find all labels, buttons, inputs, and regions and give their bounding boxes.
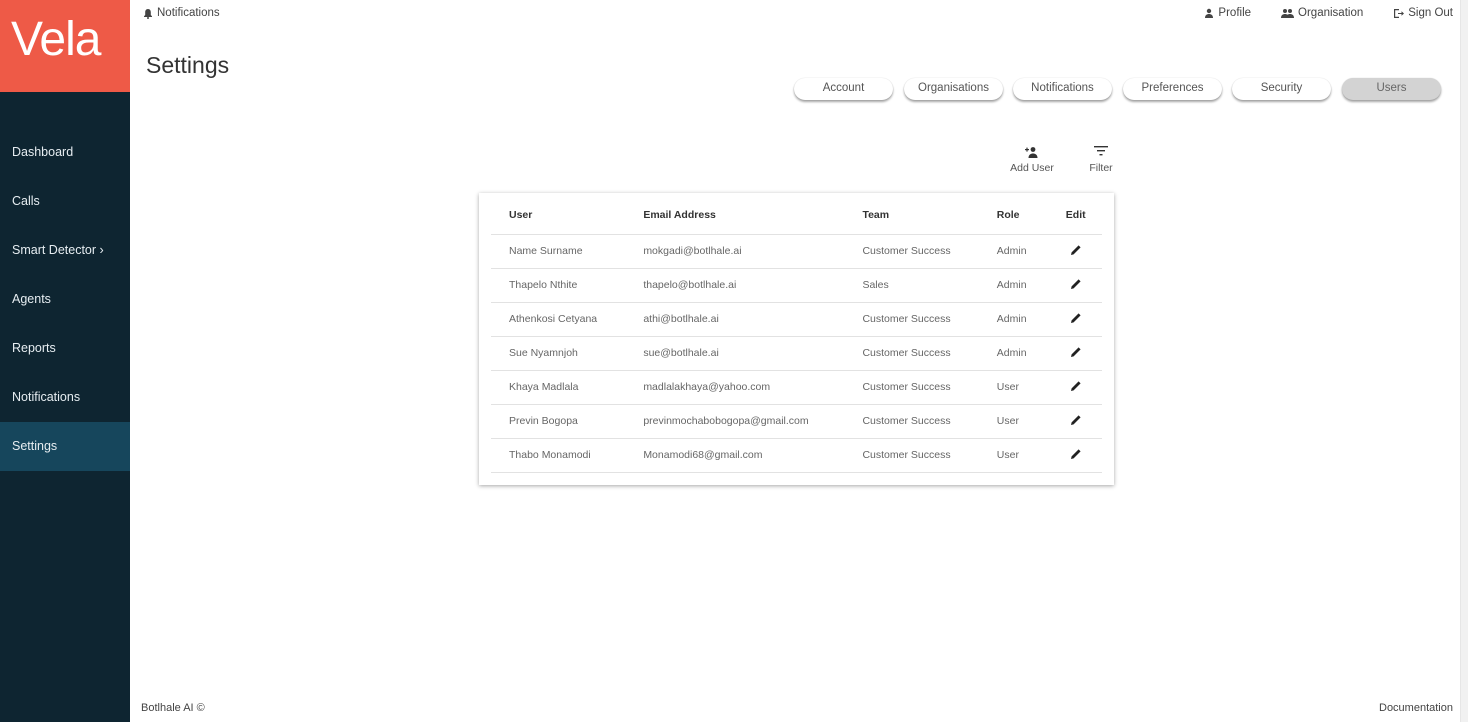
cell-email: mokgadi@botlhale.ai <box>625 234 845 269</box>
group-icon <box>1281 8 1295 18</box>
sign-out-label: Sign Out <box>1408 7 1453 19</box>
cell-email: Monamodi68@gmail.com <box>625 438 845 473</box>
edit-pencil-icon[interactable] <box>1070 448 1082 460</box>
column-header-team[interactable]: Team <box>844 197 979 235</box>
cell-user: Khaya Madlala <box>491 370 626 405</box>
cell-team: Customer Success <box>844 336 979 371</box>
table-row: Thapelo Nthite thapelo@botlhale.ai Sales Ad… <box>491 268 1102 303</box>
cell-team: Customer Success <box>844 302 979 337</box>
sidebar-item-smart-detector[interactable]: Smart Detector › <box>0 226 130 275</box>
table-row: Name Surname mokgadi@botlhale.ai Customer … <box>491 234 1102 269</box>
column-header-role[interactable]: Role <box>978 197 1050 235</box>
cell-email: athi@botlhale.ai <box>625 302 845 337</box>
sidebar-item-settings[interactable]: Settings <box>0 422 130 471</box>
users-table-card: User Email Address Team Role Edit Name S… <box>479 193 1114 485</box>
cell-edit <box>1049 336 1102 371</box>
cell-role: User <box>978 404 1050 439</box>
documentation-link[interactable]: Documentation <box>1379 702 1453 714</box>
cell-role: User <box>978 370 1050 405</box>
sidebar-item-calls[interactable]: Calls <box>0 177 130 226</box>
table-row: Previn Bogopa previnmochabobogopa@gmail.c… <box>491 404 1102 439</box>
profile-link[interactable]: Profile <box>1204 7 1251 19</box>
add-user-button[interactable]: Add User <box>1007 146 1057 174</box>
cell-team: Customer Success <box>844 404 979 439</box>
organisation-label: Organisation <box>1298 7 1364 19</box>
page-title: Settings <box>146 52 230 78</box>
settings-tabs: Account Organisations Notifications Pref… <box>0 78 1468 102</box>
cell-role: Admin <box>978 268 1050 303</box>
organisation-link[interactable]: Organisation <box>1281 7 1363 19</box>
footer-copyright: Botlhale AI © <box>141 702 205 714</box>
tab-users[interactable]: Users <box>1342 78 1441 100</box>
tab-security[interactable]: Security <box>1232 78 1331 100</box>
cell-email: thapelo@botlhale.ai <box>625 268 845 303</box>
top-nav: Profile Organisation Sign Out <box>1204 7 1453 19</box>
tab-organisations[interactable]: Organisations <box>904 78 1003 100</box>
cell-team: Customer Success <box>844 234 979 269</box>
cell-role: Admin <box>978 234 1050 269</box>
app-root: Vela Dashboard Calls Smart Detector › Ag… <box>0 0 1468 722</box>
cell-edit <box>1049 302 1102 337</box>
filter-label: Filter <box>1089 162 1113 174</box>
column-header-edit: Edit <box>1049 197 1102 235</box>
tab-account[interactable]: Account <box>794 78 893 100</box>
cell-team: Customer Success <box>844 370 979 405</box>
table-row: Sue Nyamnjoh sue@botlhale.ai Customer Succ… <box>491 336 1102 371</box>
tab-preferences[interactable]: Preferences <box>1123 78 1222 100</box>
edit-pencil-icon[interactable] <box>1070 244 1082 256</box>
cell-email: previnmochabobogopa@gmail.com <box>625 404 845 439</box>
edit-pencil-icon[interactable] <box>1070 312 1082 324</box>
person-icon <box>1204 8 1214 18</box>
cell-edit <box>1049 234 1102 269</box>
filter-icon <box>1084 146 1118 160</box>
cell-user: Sue Nyamnjoh <box>491 336 626 371</box>
cell-edit <box>1049 438 1102 473</box>
edit-pencil-icon[interactable] <box>1070 346 1082 358</box>
sign-out-icon <box>1393 8 1405 19</box>
cell-edit <box>1049 370 1102 405</box>
cell-edit <box>1049 268 1102 303</box>
sidebar-item-reports[interactable]: Reports <box>0 324 130 373</box>
column-header-user[interactable]: User <box>491 197 626 235</box>
cell-user: Thapelo Nthite <box>491 268 626 303</box>
table-header-row: User Email Address Team Role Edit <box>491 197 1102 235</box>
users-table: User Email Address Team Role Edit Name S… <box>491 197 1102 473</box>
notifications-label: Notifications <box>157 7 220 19</box>
add-user-label: Add User <box>1010 162 1054 174</box>
cell-email: sue@botlhale.ai <box>625 336 845 371</box>
bell-icon <box>143 8 153 19</box>
sidebar-item-notifications[interactable]: Notifications <box>0 373 130 422</box>
cell-user: Previn Bogopa <box>491 404 626 439</box>
sidebar-item-agents[interactable]: Agents <box>0 275 130 324</box>
sidebar: Vela Dashboard Calls Smart Detector › Ag… <box>0 0 130 722</box>
cell-team: Sales <box>844 268 979 303</box>
cell-edit <box>1049 404 1102 439</box>
edit-pencil-icon[interactable] <box>1070 278 1082 290</box>
add-user-icon <box>1007 146 1057 160</box>
notifications-link[interactable]: Notifications <box>143 7 220 19</box>
table-row: Thabo Monamodi Monamodi68@gmail.com Custom… <box>491 438 1102 473</box>
sign-out-link[interactable]: Sign Out <box>1393 7 1453 19</box>
edit-pencil-icon[interactable] <box>1070 414 1082 426</box>
table-row: Khaya Madlala madlalakhaya@yahoo.com Custo… <box>491 370 1102 405</box>
cell-role: User <box>978 438 1050 473</box>
sidebar-item-dashboard[interactable]: Dashboard <box>0 128 130 177</box>
cell-user: Name Surname <box>491 234 626 269</box>
cell-role: Admin <box>978 336 1050 371</box>
cell-user: Thabo Monamodi <box>491 438 626 473</box>
profile-label: Profile <box>1218 7 1252 19</box>
cell-team: Customer Success <box>844 438 979 473</box>
cell-email: madlalakhaya@yahoo.com <box>625 370 845 405</box>
filter-button[interactable]: Filter <box>1084 146 1118 174</box>
tab-notifications[interactable]: Notifications <box>1013 78 1112 100</box>
scrollbar-track[interactable] <box>1460 0 1468 722</box>
table-row: Athenkosi Cetyana athi@botlhale.ai Custome… <box>491 302 1102 337</box>
edit-pencil-icon[interactable] <box>1070 380 1082 392</box>
cell-role: Admin <box>978 302 1050 337</box>
cell-user: Athenkosi Cetyana <box>491 302 626 337</box>
table-body: Name Surname mokgadi@botlhale.ai Customer … <box>491 234 1102 473</box>
column-header-email[interactable]: Email Address <box>625 197 845 235</box>
